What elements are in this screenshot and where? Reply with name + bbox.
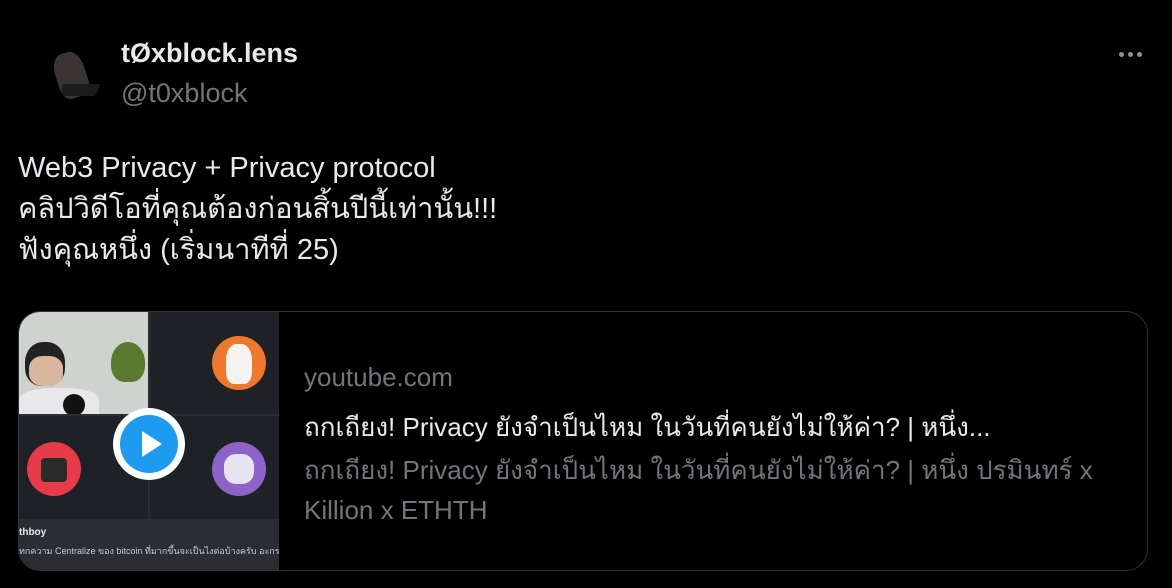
video-participant-tile xyxy=(19,312,148,414)
tweet-line: Web3 Privacy + Privacy protocol xyxy=(18,152,436,184)
avatar-device-shape xyxy=(62,84,102,96)
llama-avatar-icon xyxy=(212,336,266,390)
more-options-icon[interactable] xyxy=(1108,40,1152,68)
caption-text: ทกความ Centralize ของ bitcoin ที่มากขึ้น… xyxy=(19,546,279,556)
tweet-line: คลิปวิดีโอที่คุณต้องก่อนสิ้นปีนี้เท่านั้… xyxy=(18,193,498,225)
tweet-line: ฟังคุณหนึ่ง (เริ่มนาทีที่ 25) xyxy=(18,234,339,266)
author-display-name[interactable]: tØxblock.lens xyxy=(121,38,298,69)
play-icon-inner xyxy=(120,415,178,473)
purple-character-avatar-icon xyxy=(212,442,266,496)
author-handle[interactable]: @t0xblock xyxy=(121,78,247,109)
card-domain: youtube.com xyxy=(304,362,453,392)
dot xyxy=(1118,51,1124,57)
dot xyxy=(1127,51,1133,57)
card-description: ถกเถียง! Privacy ยังจำเป็นไหม ในวันที่คน… xyxy=(304,455,1093,525)
caption-speaker: thboy xyxy=(19,527,47,538)
tweet-text: Web3 Privacy + Privacy protocol คลิปวิดี… xyxy=(18,148,497,271)
link-preview-card[interactable]: thboy ทกความ Centralize ของ bitcoin ที่ม… xyxy=(18,311,1148,571)
person-face-shape xyxy=(29,356,63,386)
plant-shape xyxy=(111,342,145,382)
play-icon[interactable] xyxy=(113,408,185,480)
card-title[interactable]: ถกเถียง! Privacy ยังจำเป็นไหม ในวันที่คน… xyxy=(304,407,991,448)
author-avatar[interactable] xyxy=(18,30,102,114)
participant-tile xyxy=(150,312,279,414)
microphone-icon xyxy=(63,394,85,414)
person-shirt-shape xyxy=(19,388,99,414)
thumbnail-caption: thboy ทกความ Centralize ของ bitcoin ที่ม… xyxy=(19,519,279,570)
dot xyxy=(1136,51,1142,57)
red-character-avatar-icon xyxy=(27,442,81,496)
video-thumbnail[interactable]: thboy ทกความ Centralize ของ bitcoin ที่ม… xyxy=(19,312,279,570)
